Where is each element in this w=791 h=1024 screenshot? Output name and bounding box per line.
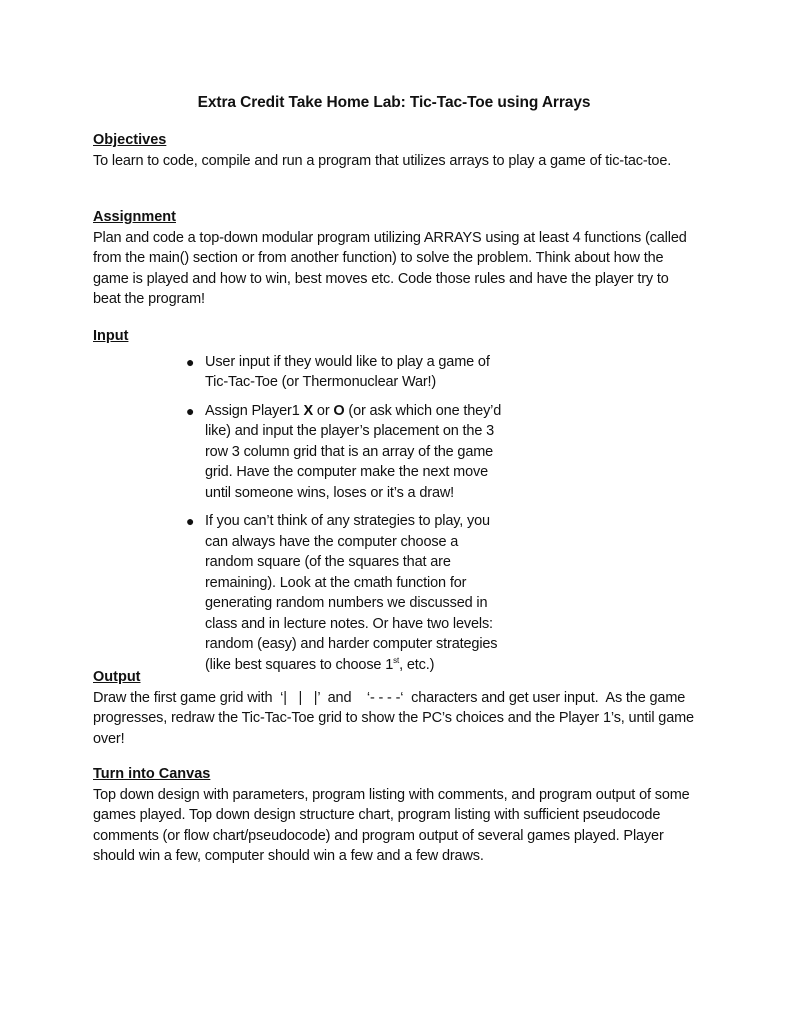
output-heading: Output bbox=[93, 669, 141, 685]
input-bullet-3: ● If you can’t think of any strategies t… bbox=[93, 511, 510, 675]
bullet-text: User input if they would like to play a … bbox=[205, 353, 490, 391]
input-heading: Input bbox=[93, 328, 129, 344]
input-bullet-1: ● User input if they would like to play … bbox=[93, 352, 505, 393]
bullet-icon: ● bbox=[186, 402, 195, 419]
bullet-icon: ● bbox=[186, 353, 195, 370]
output-text: Draw the first game grid with ‘| | |’ an… bbox=[93, 689, 698, 747]
document-title: Extra Credit Take Home Lab: Tic-Tac-Toe … bbox=[197, 94, 591, 111]
objectives-text: To learn to code, compile and run a prog… bbox=[93, 152, 672, 169]
bullet-text-mid: or bbox=[313, 402, 334, 419]
bullet-text: If you can’t think of any strategies to … bbox=[205, 513, 498, 673]
assignment-text: Plan and code a top-down modular program… bbox=[93, 229, 687, 308]
bullet-text-o: O bbox=[333, 402, 345, 419]
output-section: Output Draw the first game grid with ‘| … bbox=[93, 667, 703, 749]
turn-in-heading: Turn into Canvas bbox=[93, 766, 211, 782]
objectives-heading: Objectives bbox=[93, 132, 167, 148]
objectives-section: Objectives To learn to code, compile and… bbox=[93, 130, 703, 171]
turn-in-text: Top down design with parameters, program… bbox=[93, 786, 690, 865]
input-bullet-list: ● User input if they would like to play … bbox=[93, 352, 703, 676]
assignment-section: Assignment Plan and code a top-down modu… bbox=[93, 207, 703, 310]
turn-in-section: Turn into Canvas Top down design with pa… bbox=[93, 764, 703, 867]
bullet-text-x: X bbox=[303, 402, 314, 419]
assignment-heading: Assignment bbox=[93, 209, 176, 225]
bullet-icon: ● bbox=[186, 513, 195, 529]
input-bullet-2: ● Assign Player1 X or O (or ask which on… bbox=[93, 401, 505, 504]
bullet-text-pre: Assign Player1 bbox=[205, 402, 304, 419]
input-section: Input ● User input if they would like to… bbox=[93, 326, 703, 683]
